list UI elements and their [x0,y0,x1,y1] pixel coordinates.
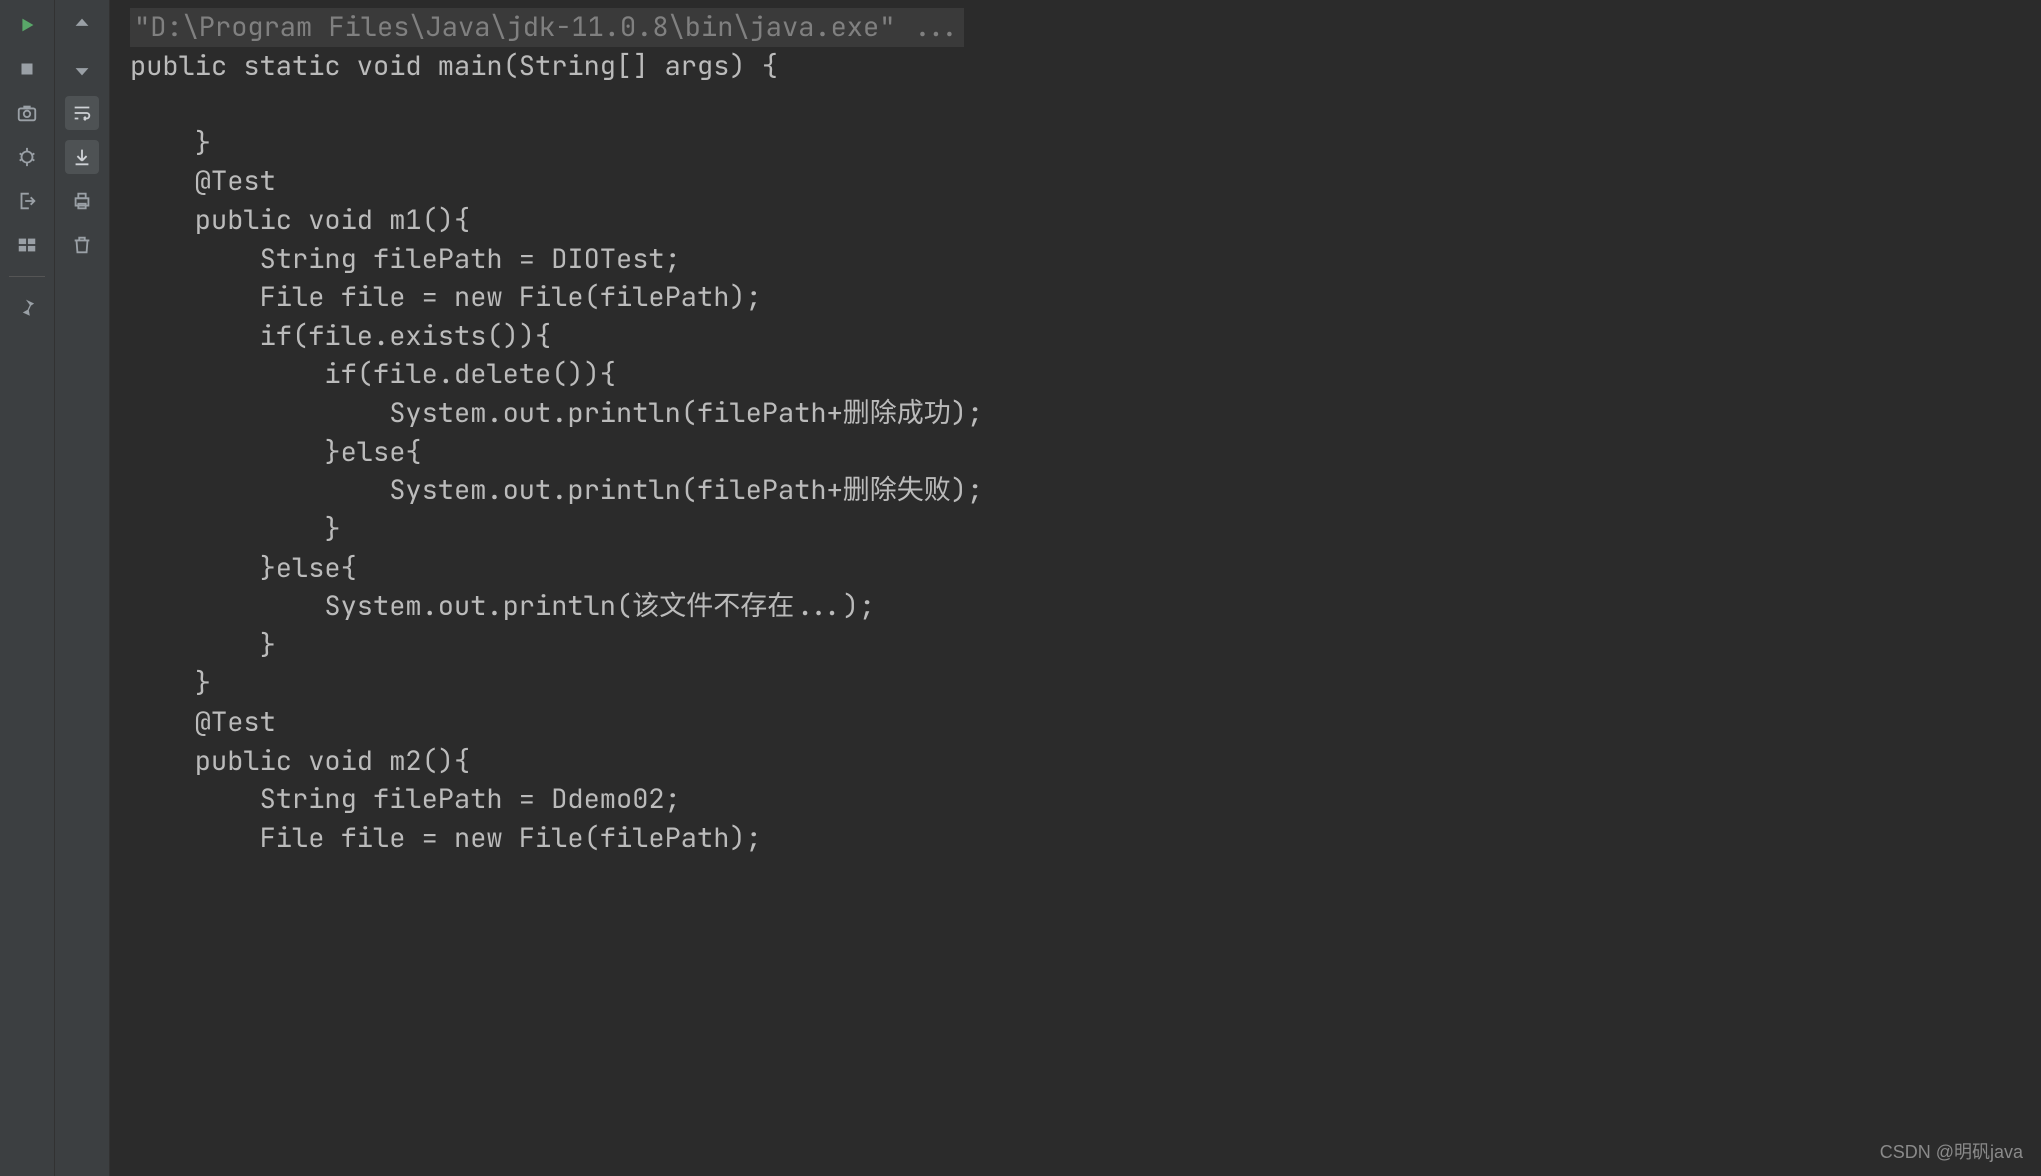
debug-button[interactable] [10,140,44,174]
code-line: String filePath = DIOTest; [130,241,681,277]
clear-all-button[interactable] [65,228,99,262]
command-line: "D:\Program Files\Java\jdk-11.0.8\bin\ja… [130,8,964,47]
scroll-to-end-icon [71,146,93,168]
code-line: } [130,665,211,701]
stop-button[interactable] [10,52,44,86]
stop-icon [16,58,38,80]
console-toolbar [55,0,110,1176]
down-arrow-icon [71,58,93,80]
code-line: File file = new File(filePath); [130,279,762,315]
rerun-button[interactable] [10,8,44,42]
toolbar-divider [9,276,45,277]
code-line: public void m1(){ [130,202,470,238]
code-line: }else{ [130,434,422,470]
exit-button[interactable] [10,184,44,218]
scroll-to-end-button[interactable] [65,140,99,174]
code-line: @Test [130,704,276,740]
pin-button[interactable] [10,291,44,325]
code-line: if(file.exists()){ [130,318,551,354]
code-line: @Test [130,163,276,199]
code-line: System.out.println(filePath+删除成功); [130,395,983,431]
up-arrow-icon [71,14,93,36]
soft-wrap-button[interactable] [65,96,99,130]
console-text: "D:\Program Files\Java\jdk-11.0.8\bin\ja… [110,0,2041,865]
soft-wrap-icon [71,102,93,124]
print-button[interactable] [65,184,99,218]
debug-icon [16,146,38,168]
code-line: }else{ [130,550,357,586]
camera-icon [16,102,38,124]
code-line: if(file.delete()){ [130,356,616,392]
code-line: public void m2(){ [130,743,470,779]
exit-icon [16,190,38,212]
code-line: public static void main(String[] args) { [130,48,778,84]
run-toolbar-left [0,0,55,1176]
code-line: File file = new File(filePath); [130,820,762,856]
code-line: } [130,125,211,161]
code-line: } [130,511,341,547]
code-line: } [130,627,276,663]
layout-button[interactable] [10,228,44,262]
dump-threads-button[interactable] [10,96,44,130]
layout-icon [16,234,38,256]
print-icon [71,190,93,212]
play-icon [16,14,38,36]
code-line: System.out.println(filePath+删除失败); [130,472,983,508]
trash-icon [71,234,93,256]
down-stack-button[interactable] [65,52,99,86]
code-line: System.out.println(该文件不存在...); [130,588,875,624]
up-stack-button[interactable] [65,8,99,42]
console-output-panel[interactable]: "D:\Program Files\Java\jdk-11.0.8\bin\ja… [110,0,2041,1176]
pin-icon [16,297,38,319]
code-line: String filePath = Ddemo02; [130,781,681,817]
watermark: CSDN @明矾java [1880,1138,2023,1164]
